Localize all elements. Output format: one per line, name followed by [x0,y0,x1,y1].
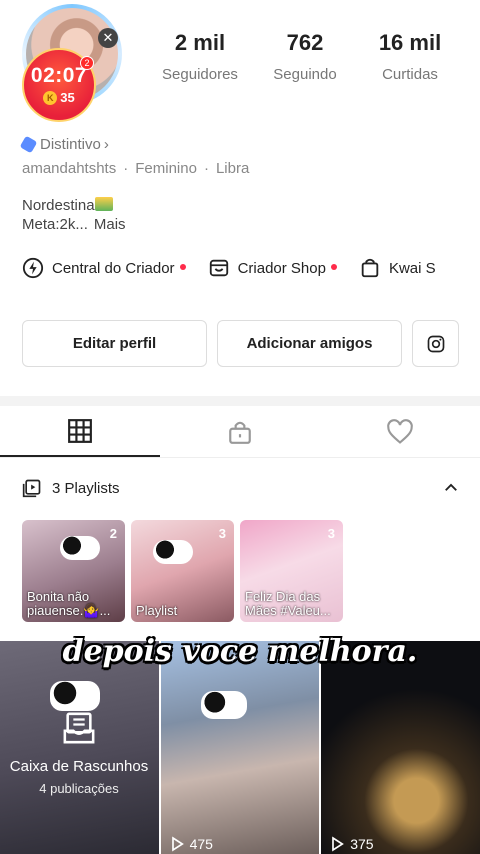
video-thumbnail[interactable]: 475 [160,641,320,854]
notification-dot [179,264,186,270]
view-count-value: 475 [189,836,213,852]
playlist-card[interactable]: 2 Bonita não piauense.🤷‍♀️... [22,520,125,622]
bio-line-1: Nordestina [22,197,95,214]
playlist-count: 2 [109,526,117,541]
view-count: 375 [329,836,374,852]
bag-icon [361,258,379,278]
lock-icon [229,421,251,444]
badge-label: Distintivo [40,136,101,153]
tab-private[interactable] [160,406,320,457]
inbox-icon [63,712,95,744]
instagram-button[interactable] [412,320,459,367]
bio: Nordestina Meta:2k... Mais [22,196,126,234]
lightning-icon [22,257,44,279]
stat-value: 16 mil [378,30,442,55]
edit-profile-button[interactable]: Editar perfil [22,320,207,367]
drafts-box: Caixa de Rascunhos 4 publicações [0,711,158,796]
stat-label: Curtidas [382,66,438,83]
grid-icon [68,418,92,443]
notification-count: 2 [80,56,94,70]
playlist-title: Playlist [136,603,178,618]
landscape-emoji-icon [94,197,113,211]
shortcut-creator-center[interactable]: Central do Criador [22,257,186,279]
profile-meta: amandahtshts · Feminino · Libra [22,160,249,177]
shortcut-creator-shop[interactable]: Criador Shop [208,257,337,279]
cow-ears-filter [200,691,247,719]
stat-following[interactable]: 762 Seguindo [255,30,355,83]
cow-ears-filter [60,536,100,560]
shortcut-label: Kwai S [388,259,436,277]
playlist-icon [22,479,41,498]
stat-label: Seguidores [162,66,238,83]
playlist-list: 2 Bonita não piauense.🤷‍♀️... 3 Playlist… [22,520,343,622]
notification-dot [330,264,337,270]
stat-likes[interactable]: 16 mil Curtidas [360,30,460,83]
content-tabs [0,406,480,458]
instagram-icon [427,335,444,352]
shortcut-bar: Central do Criador Criador Shop Kwai S [22,257,458,279]
video-caption: depois voce melhora. [62,634,418,669]
drafts-count: 4 publicações [39,781,119,796]
cow-ears-filter [153,540,193,564]
shortcut-label: Criador Shop [237,259,326,277]
cow-ears-filter [50,681,100,711]
close-icon[interactable]: ✕ [98,28,118,48]
gender: Feminino [135,160,197,177]
playlists-header[interactable]: 3 Playlists [22,478,460,498]
chevron-right-icon: › [103,136,109,153]
stat-value: 762 [286,30,324,55]
view-count-value: 375 [350,836,374,852]
playlist-count: 3 [327,526,335,541]
stat-followers[interactable]: 2 mil Seguidores [150,30,250,83]
section-divider [0,396,480,406]
playlist-card[interactable]: 3 Playlist [131,520,234,622]
playlist-title: Bonita não piauense.🤷‍♀️... [27,589,111,618]
drafts-title: Caixa de Rascunhos [9,758,149,775]
add-friends-button[interactable]: Adicionar amigos [217,320,402,367]
tab-posts[interactable] [0,406,160,457]
heart-icon [387,418,413,444]
profile-actions: Editar perfil Adicionar amigos [22,320,459,367]
playlist-card[interactable]: 3 Feliz Dia das Mães #Valeu... [240,520,343,622]
view-count: 475 [169,836,213,852]
username: amandahtshts [22,160,117,177]
video-grid: Caixa de Rascunhos 4 publicações 475 375 [0,641,480,854]
play-icon [332,836,345,852]
live-timer-badge[interactable]: 02:07 K 35 2 [22,48,96,122]
shortcut-label: Central do Criador [52,259,175,277]
playlists-count: 3 Playlists [52,479,120,497]
play-icon [171,836,184,852]
video-thumbnail[interactable]: 375 [321,641,480,854]
coin-count: 35 [60,90,75,105]
chevron-up-icon[interactable] [442,479,460,497]
tab-liked[interactable] [320,406,480,457]
bio-line-2: Meta:2k... [22,216,88,233]
coins: K 35 [43,90,75,105]
bio-more-link[interactable]: Mais [94,216,126,233]
stat-label: Seguindo [273,66,337,83]
badge-link[interactable]: Distintivo › [19,135,109,154]
playlist-title: Feliz Dia das Mães #Valeu... [245,589,331,618]
sign: Libra [215,160,250,177]
drafts-cell[interactable]: Caixa de Rascunhos 4 publicações [0,641,159,854]
stat-value: 2 mil [174,30,226,55]
playlist-count: 3 [218,526,226,541]
coin-icon: K [43,91,58,105]
avatar[interactable]: ✕ 02:07 K 35 2 [22,4,122,122]
shop-icon [209,259,228,277]
separator: · [203,160,209,177]
profile-stats: 2 mil Seguidores 762 Seguindo 16 mil Cur… [150,30,460,83]
separator: · [123,160,129,177]
badge-icon [19,135,38,154]
shortcut-kwai-shop[interactable]: Kwai S [359,257,436,279]
